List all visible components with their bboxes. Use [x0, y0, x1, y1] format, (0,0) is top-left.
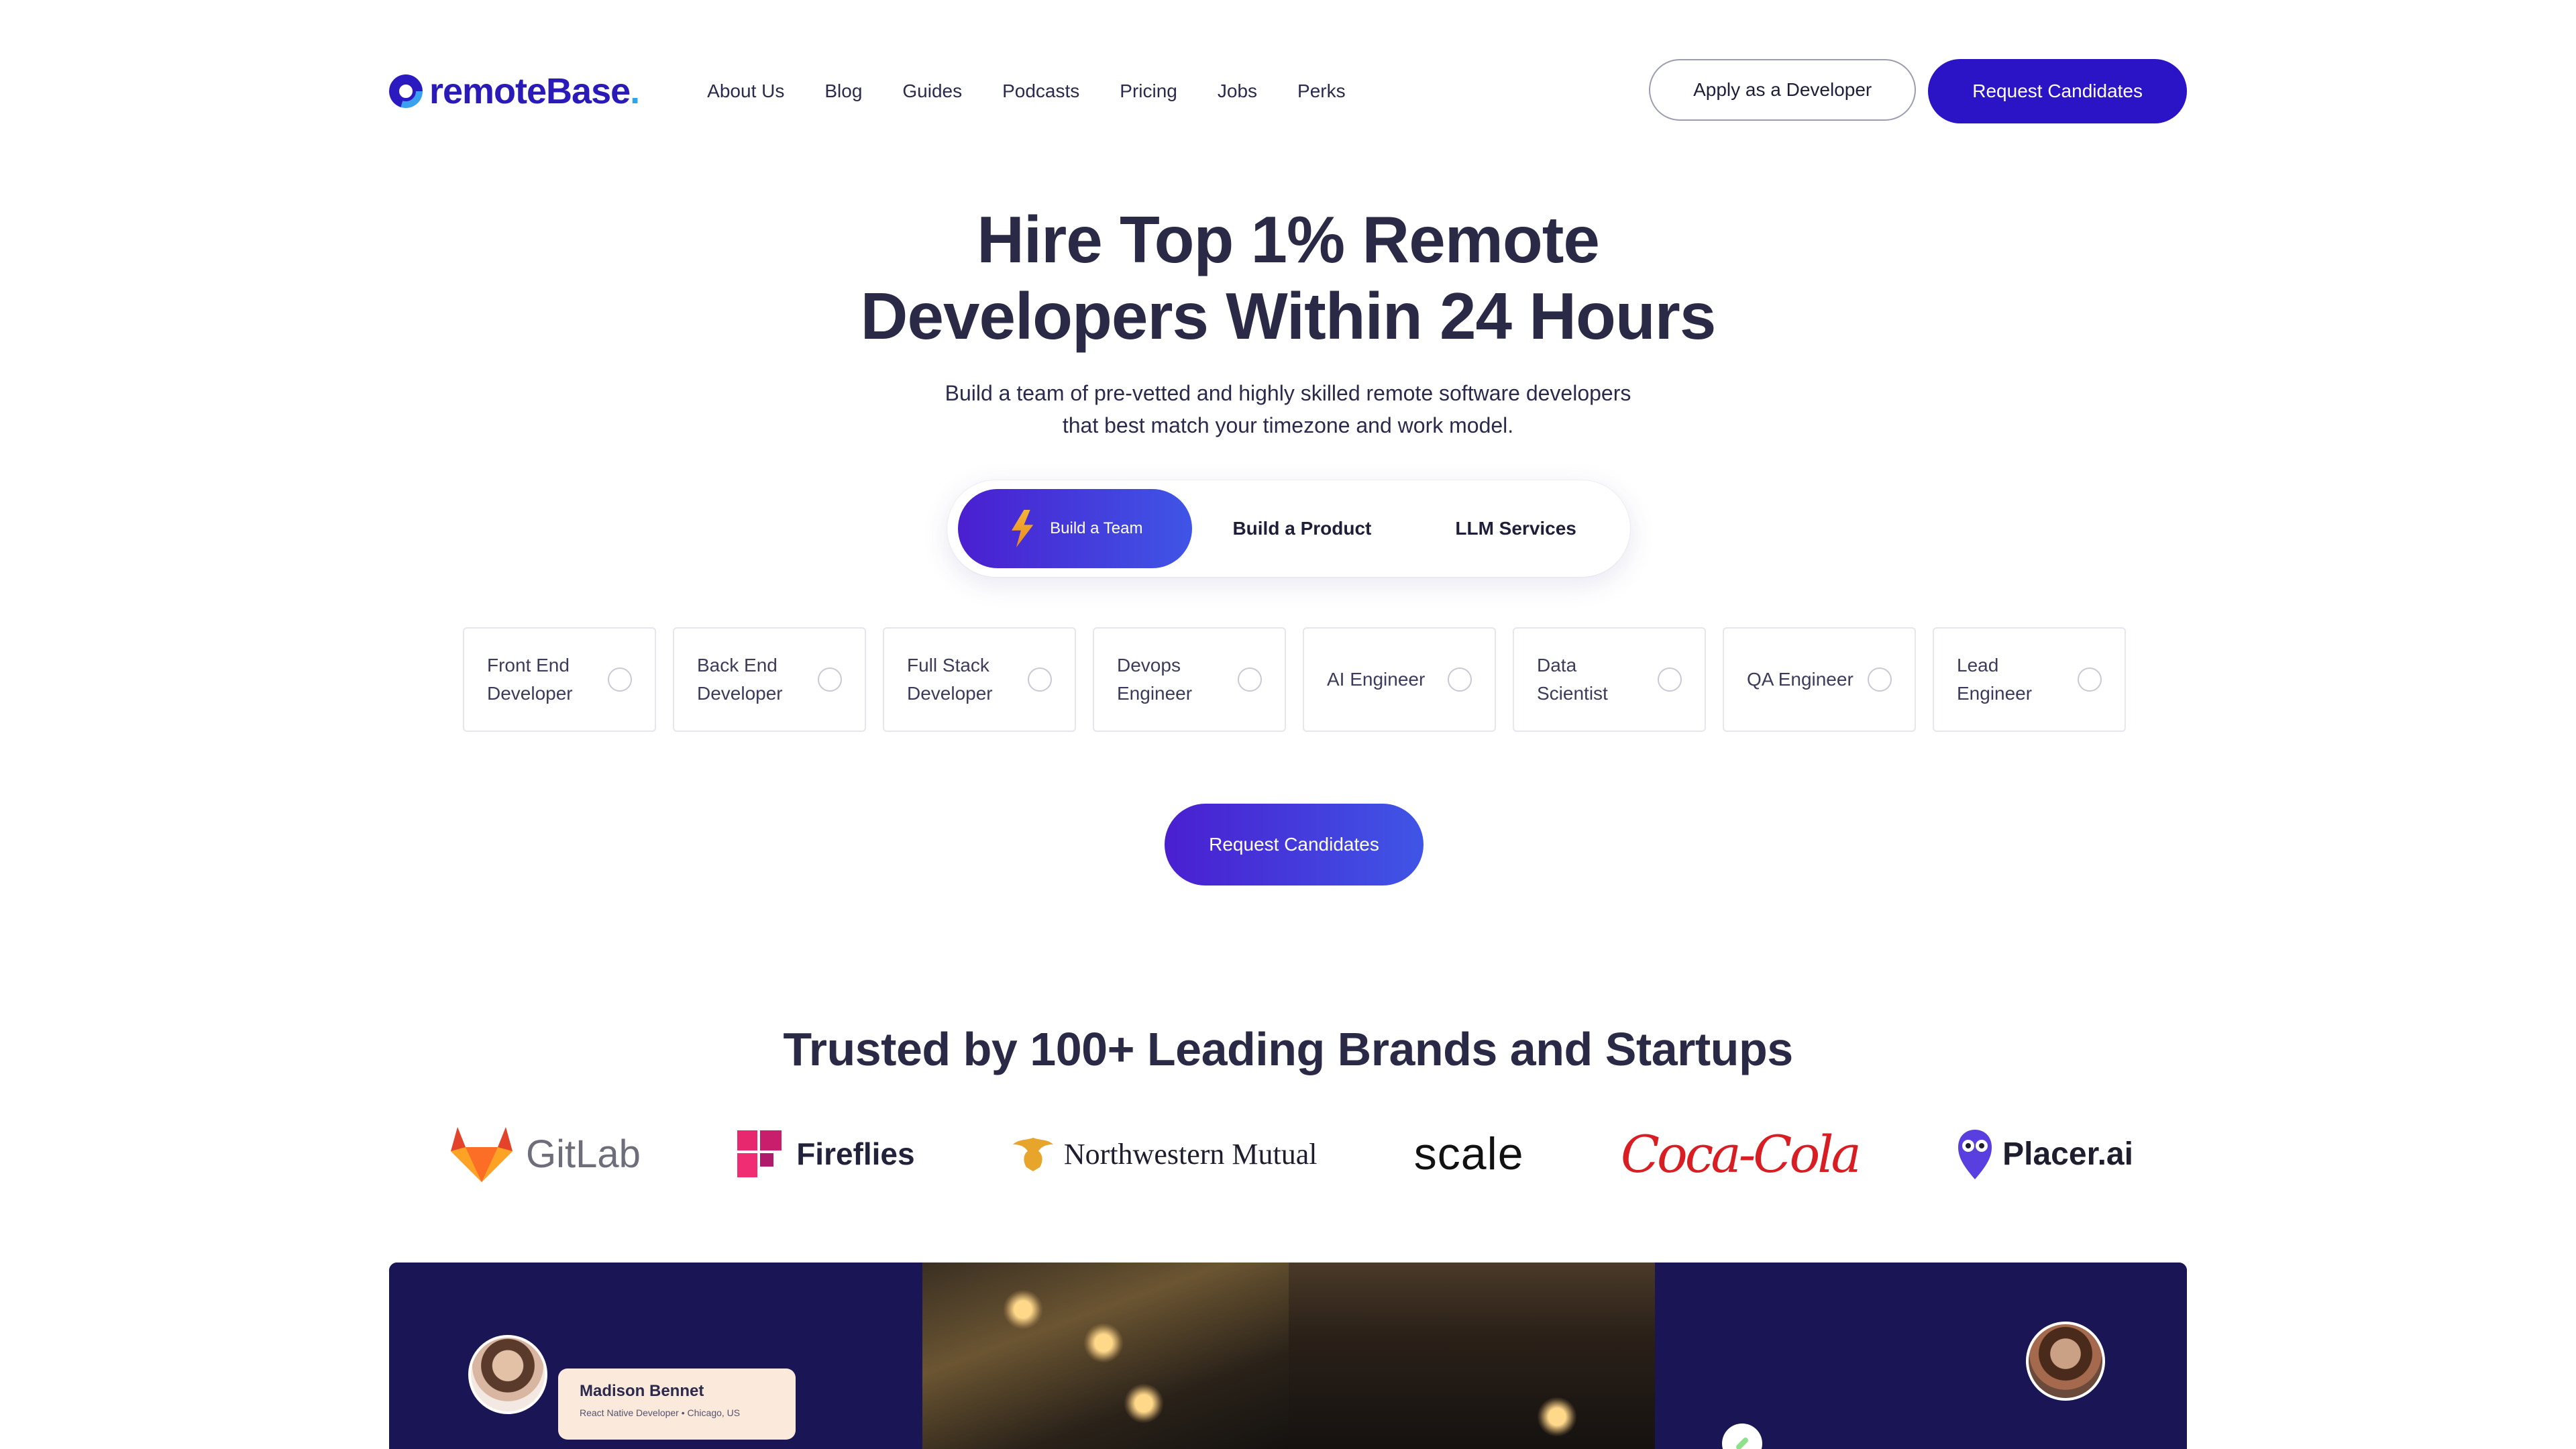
role-lead-engineer[interactable]: Lead Engineer — [1933, 627, 2126, 732]
nav-blog[interactable]: Blog — [824, 80, 862, 102]
gitlab-text: GitLab — [526, 1132, 641, 1176]
nav-guides[interactable]: Guides — [902, 80, 962, 102]
logo[interactable]: remoteBase. — [389, 70, 640, 112]
map-panel-right — [1655, 1263, 2187, 1449]
hero-title-line1: Hire Top 1% Remote — [977, 203, 1600, 276]
role-label: Back End Developer — [697, 655, 783, 704]
avatar — [2026, 1322, 2105, 1401]
logo-icon — [389, 74, 423, 108]
lamp-glow — [1083, 1323, 1124, 1363]
request-candidates-header-button[interactable]: Request Candidates — [1928, 59, 2187, 123]
northwestern-mutual-logo: Northwestern Mutual — [1012, 1134, 1318, 1174]
header-actions: Apply as a Developer Request Candidates — [1649, 59, 2187, 123]
check-icon — [1722, 1424, 1762, 1449]
nav-jobs[interactable]: Jobs — [1218, 80, 1257, 102]
developer-card: Madison Bennet React Native Developer • … — [558, 1368, 796, 1440]
role-ai-engineer[interactable]: AI Engineer — [1303, 627, 1496, 732]
lamp-glow — [1537, 1397, 1577, 1437]
role-front-end-developer[interactable]: Front End Developer — [463, 627, 656, 732]
apply-developer-button[interactable]: Apply as a Developer — [1649, 59, 1917, 121]
hero-subtitle-line1: Build a team of pre-vetted and highly sk… — [945, 381, 1631, 405]
map-panel-left: Madison Bennet React Native Developer • … — [389, 1263, 922, 1449]
role-qa-engineer[interactable]: QA Engineer — [1723, 627, 1916, 732]
radio-icon[interactable] — [1868, 667, 1892, 692]
scale-logo: scale — [1414, 1128, 1524, 1180]
main-nav: About Us Blog Guides Podcasts Pricing Jo… — [707, 80, 1345, 102]
role-label: Data Scientist — [1537, 655, 1608, 704]
role-label: Lead Engineer — [1957, 655, 2033, 704]
tab-build-a-team[interactable]: Build a Team — [958, 489, 1192, 568]
hero-subtitle: Build a team of pre-vetted and highly sk… — [0, 377, 2576, 441]
fireflies-icon — [737, 1130, 782, 1177]
logo-text: remoteBase — [429, 71, 631, 111]
radio-icon[interactable] — [818, 667, 842, 692]
role-options: Front End Developer Back End Developer F… — [463, 627, 2126, 732]
nav-perks[interactable]: Perks — [1297, 80, 1346, 102]
radio-icon[interactable] — [2078, 667, 2102, 692]
coca-cola-logo: Coca-Cola — [1620, 1124, 1862, 1184]
northwestern-mutual-text: Northwestern Mutual — [1063, 1137, 1318, 1171]
role-label: AI Engineer — [1327, 669, 1426, 690]
role-full-stack-developer[interactable]: Full Stack Developer — [883, 627, 1076, 732]
nav-podcasts[interactable]: Podcasts — [1002, 80, 1079, 102]
radio-icon[interactable] — [608, 667, 632, 692]
fireflies-text: Fireflies — [796, 1136, 915, 1171]
placer-ai-logo: Placer.ai — [1955, 1127, 2133, 1181]
nav-pricing[interactable]: Pricing — [1120, 80, 1177, 102]
developer-meta: React Native Developer • Chicago, US — [580, 1407, 741, 1418]
site-header: remoteBase. About Us Blog Guides Podcast… — [389, 59, 2187, 123]
role-label: Full Stack Developer — [907, 655, 993, 704]
radio-icon[interactable] — [1238, 667, 1262, 692]
logo-dot: . — [630, 71, 641, 111]
service-tabs: Build a Team Build a Product LLM Service… — [947, 480, 1630, 577]
role-label: QA Engineer — [1747, 669, 1854, 690]
lamp-glow — [1003, 1289, 1043, 1330]
owl-icon — [1958, 1130, 1992, 1179]
fireflies-logo: Fireflies — [737, 1130, 915, 1177]
radio-icon[interactable] — [1448, 667, 1472, 692]
radio-icon[interactable] — [1658, 667, 1682, 692]
role-devops-engineer[interactable]: Devops Engineer — [1093, 627, 1286, 732]
scale-text: scale — [1413, 1128, 1524, 1179]
hero-title-line2: Developers Within 24 Hours — [860, 279, 1717, 353]
role-label: Front End Developer — [487, 655, 573, 704]
tab-build-a-team-label: Build a Team — [1050, 519, 1143, 537]
role-label: Devops Engineer — [1117, 655, 1193, 704]
role-back-end-developer[interactable]: Back End Developer — [673, 627, 866, 732]
lightning-icon — [1012, 510, 1034, 547]
gitlab-icon — [451, 1127, 513, 1182]
hero-banner: Madison Bennet React Native Developer • … — [389, 1263, 2187, 1449]
lamp-glow — [1124, 1383, 1164, 1424]
role-data-scientist[interactable]: Data Scientist — [1513, 627, 1706, 732]
request-candidates-button[interactable]: Request Candidates — [1165, 804, 1424, 885]
brand-logos: GitLab Fireflies Northwestern Mutual sca… — [449, 1120, 2133, 1187]
radio-icon[interactable] — [1028, 667, 1052, 692]
nav-about-us[interactable]: About Us — [707, 80, 784, 102]
office-photo — [922, 1263, 1289, 1449]
gitlab-logo: GitLab — [449, 1124, 641, 1183]
placer-ai-text: Placer.ai — [2002, 1136, 2133, 1172]
hero-title: Hire Top 1% Remote Developers Within 24 … — [0, 201, 2576, 354]
hero-subtitle-line2: that best match your timezone and work m… — [1062, 413, 1514, 437]
tab-build-a-product[interactable]: Build a Product — [1192, 489, 1413, 568]
eagle-icon — [1012, 1138, 1053, 1171]
tab-llm-services[interactable]: LLM Services — [1412, 489, 1619, 568]
coca-cola-text: Coca-Cola — [1620, 1124, 1862, 1184]
trusted-title: Trusted by 100+ Leading Brands and Start… — [783, 1023, 1793, 1075]
developer-name: Madison Bennet — [580, 1382, 704, 1400]
avatar — [468, 1335, 547, 1414]
office-photo — [1289, 1263, 1655, 1449]
